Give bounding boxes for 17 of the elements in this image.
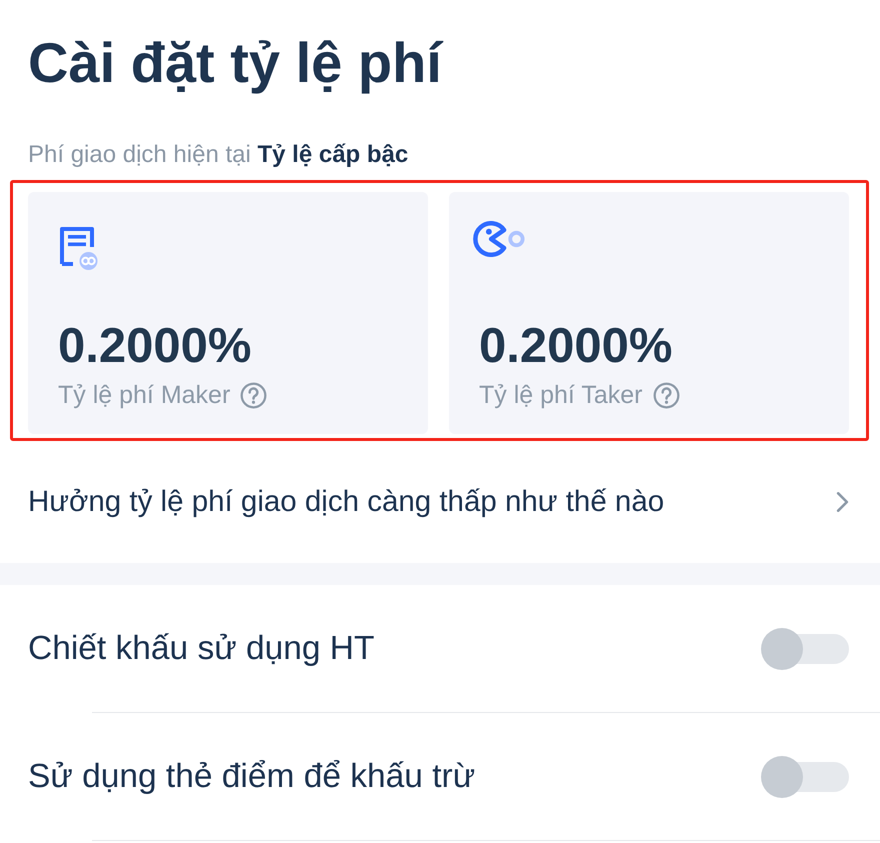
setting-label: Chiết khấu sử dụng HT [28, 628, 374, 668]
document-link-icon [58, 225, 98, 270]
toggle-switch[interactable] [761, 756, 849, 798]
link-row[interactable]: Hưởng tỷ lệ phí giao dịch càng thấp như thế nào [0, 441, 880, 563]
help-icon [240, 382, 268, 408]
fee-value: 0.2000% [479, 318, 672, 374]
page-title: Cài đặt tỷ lệ phí [27, 30, 444, 96]
current-fee-text: Phí giao dịch hiện tại Tỷ lệ cấp bậc [28, 141, 408, 169]
fee-label: Tỷ lệ phí Taker [479, 380, 643, 410]
fee-value: 0.2000% [58, 318, 252, 374]
setting-label: Sử dụng thẻ điểm để khấu trừ [28, 756, 476, 796]
help-icon [652, 382, 680, 408]
fee-label: Tỷ lệ phí Maker [58, 380, 230, 410]
toggle-switch[interactable] [761, 628, 849, 670]
chevron-right-icon [836, 491, 849, 513]
link-text: Hưởng tỷ lệ phí giao dịch càng thấp như thế nào [28, 485, 664, 519]
pacman-icon [473, 221, 525, 257]
